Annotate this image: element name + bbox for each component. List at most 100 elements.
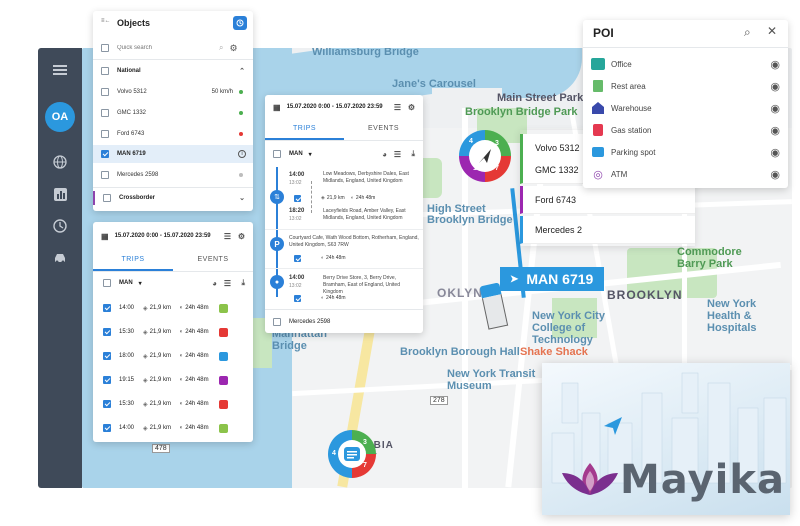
trip-color-swatch[interactable] — [219, 375, 229, 385]
office-icon — [591, 58, 605, 70]
list-item[interactable]: Ford 6743 — [520, 186, 695, 214]
tab-trips[interactable]: TRIPS — [93, 250, 173, 271]
close-icon[interactable]: ✕ — [767, 24, 777, 38]
trip-checkbox[interactable] — [103, 328, 111, 336]
download-icon[interactable]: ⤓ — [241, 278, 245, 288]
poi-item-parking-spot[interactable]: Parking spot ◉ — [583, 141, 788, 163]
date-range[interactable]: 15.07.2020 0:00 - 15.07.2020 23:59 — [115, 233, 211, 239]
globe-icon[interactable] — [38, 150, 82, 174]
list-item[interactable]: Mercedes 2598 — [265, 316, 423, 328]
search-icon[interactable]: ⌕ — [744, 25, 751, 40]
download-icon[interactable]: ⤓ — [411, 149, 415, 159]
trip-checkbox[interactable] — [103, 424, 111, 432]
tab-trips[interactable]: TRIPS — [265, 119, 344, 140]
table-row[interactable]: 15:30 ◈ 21,9 km ◐ 24h 48m — [93, 398, 253, 410]
chevron-down-icon[interactable]: ⌄ — [239, 194, 245, 202]
cluster-marker[interactable]: 4 3 1 7 — [459, 130, 511, 182]
search-input[interactable] — [117, 45, 217, 51]
group-crossborder[interactable]: Crossborder ⌄ — [93, 191, 253, 205]
palette-icon[interactable]: ◕ — [382, 150, 387, 159]
date-range[interactable]: 15.07.2020 0:00 - 15.07.2020 23:59 — [287, 104, 383, 110]
vehicle-checkbox[interactable] — [101, 130, 109, 138]
list-item[interactable]: GMC 1332 — [93, 106, 253, 120]
list-item[interactable]: Volvo 5312 50 km/h — [93, 85, 253, 99]
cluster-marker[interactable]: 4 3 7 — [328, 430, 376, 478]
eye-icon[interactable]: ◉ — [770, 102, 780, 115]
car-icon[interactable] — [38, 246, 82, 270]
trip-checkbox[interactable] — [103, 352, 111, 360]
trip-color-swatch[interactable] — [219, 399, 229, 409]
list-view-icon[interactable]: ☰ — [394, 150, 401, 159]
calendar-icon[interactable]: ▦ — [101, 232, 109, 241]
parking-icon — [592, 147, 604, 157]
left-nav: OA — [38, 48, 82, 488]
warehouse-icon — [592, 102, 604, 114]
trip-checkbox[interactable] — [103, 400, 111, 408]
eye-icon[interactable]: ◉ — [770, 58, 780, 71]
trip-checkbox[interactable] — [103, 376, 111, 384]
table-row[interactable]: 14:00 ◈ 21,9 km ◐ 24h 48m — [93, 422, 253, 434]
select-all-checkbox[interactable] — [103, 279, 111, 287]
table-row[interactable]: 18:00 ◈ 21,9 km ◐ 24h 48m — [93, 350, 253, 362]
poi-item-gas-station[interactable]: Gas station ◉ — [583, 119, 788, 141]
search-icon[interactable]: ⌕ — [219, 43, 223, 53]
poi-item-warehouse[interactable]: Warehouse ◉ — [583, 97, 788, 119]
chart-icon[interactable] — [38, 182, 82, 206]
list-item[interactable]: Mercedes 2 — [520, 216, 695, 244]
trip-summary[interactable]: ◐ 24h 48m — [294, 293, 346, 303]
settings-icon[interactable]: ⚙ — [229, 43, 237, 54]
settings-icon[interactable]: ⚙ — [408, 103, 415, 112]
chevron-up-icon[interactable]: ⌃ — [239, 67, 245, 75]
history-button[interactable] — [233, 16, 247, 30]
vehicle-checkbox[interactable] — [101, 88, 109, 96]
list-view-icon[interactable]: ☰ — [394, 103, 401, 112]
eye-icon[interactable]: ◉ — [770, 80, 780, 93]
navigation-arrow-icon: ➤ — [510, 273, 519, 285]
panel-title: POI — [593, 26, 614, 40]
list-item[interactable]: MAN 6719 i — [93, 145, 253, 163]
tab-events[interactable]: EVENTS — [344, 119, 423, 140]
trip-detail-panel: ▦ 15.07.2020 0:00 - 15.07.2020 23:59 ☰ ⚙… — [265, 95, 423, 333]
route-shield: 278 — [430, 396, 448, 405]
table-row[interactable]: 15:30 ◈ 21,9 km ◐ 24h 48m — [93, 326, 253, 338]
table-row[interactable]: 19:15 ◈ 21,9 km ◐ 24h 48m — [93, 374, 253, 386]
trip-color-swatch[interactable] — [219, 351, 229, 361]
poi-item-office[interactable]: Office ◉ — [583, 53, 788, 75]
list-item[interactable]: Ford 6743 — [93, 127, 253, 141]
clock-icon[interactable] — [38, 214, 82, 238]
parking-icon: P — [270, 237, 284, 251]
poi-item-atm[interactable]: ◎ ATM ◉ — [583, 163, 788, 185]
list-item[interactable]: Mercedes 2598 — [93, 168, 253, 182]
vehicle-select[interactable]: MAN — [119, 280, 133, 286]
calendar-icon[interactable]: ▦ — [273, 103, 281, 112]
avatar[interactable]: OA — [45, 102, 75, 132]
select-all-checkbox[interactable] — [273, 150, 281, 158]
trip-summary[interactable]: ◈ 21,9 km ◐ 24h 48m — [294, 193, 375, 203]
menu-icon[interactable] — [38, 58, 82, 82]
collapse-icon[interactable]: ≡← — [101, 18, 111, 24]
poi-item-rest-area[interactable]: Rest area ◉ — [583, 75, 788, 97]
tab-events[interactable]: EVENTS — [173, 250, 253, 271]
vehicle-select[interactable]: MAN — [289, 151, 303, 157]
select-all-checkbox[interactable] — [101, 44, 109, 52]
route-icon: ⇅ — [270, 190, 284, 204]
trip-summary[interactable]: ◐ 24h 48m — [294, 253, 346, 263]
vehicle-checkbox[interactable] — [101, 150, 109, 158]
vehicle-map-label[interactable]: ➤ MAN 6719 — [500, 267, 604, 291]
trip-checkbox[interactable] — [103, 304, 111, 312]
vehicle-checkbox[interactable] — [101, 171, 109, 179]
vehicle-checkbox[interactable] — [101, 109, 109, 117]
table-row[interactable]: 14:00 ◈ 21,9 km ◐ 24h 48m — [93, 302, 253, 314]
list-view-icon[interactable]: ☰ — [224, 232, 231, 241]
palette-icon[interactable]: ◕ — [212, 279, 217, 288]
list-view-icon[interactable]: ☰ — [224, 279, 231, 288]
eye-icon[interactable]: ◉ — [770, 124, 780, 137]
eye-icon[interactable]: ◉ — [770, 168, 780, 181]
trip-color-swatch[interactable] — [219, 327, 229, 337]
eye-icon[interactable]: ◉ — [770, 146, 780, 159]
group-national[interactable]: National ⌃ — [93, 64, 253, 78]
settings-icon[interactable]: ⚙ — [238, 232, 245, 241]
trip-color-swatch[interactable] — [219, 423, 229, 433]
trip-color-swatch[interactable] — [219, 303, 229, 313]
info-icon[interactable]: i — [238, 150, 246, 158]
